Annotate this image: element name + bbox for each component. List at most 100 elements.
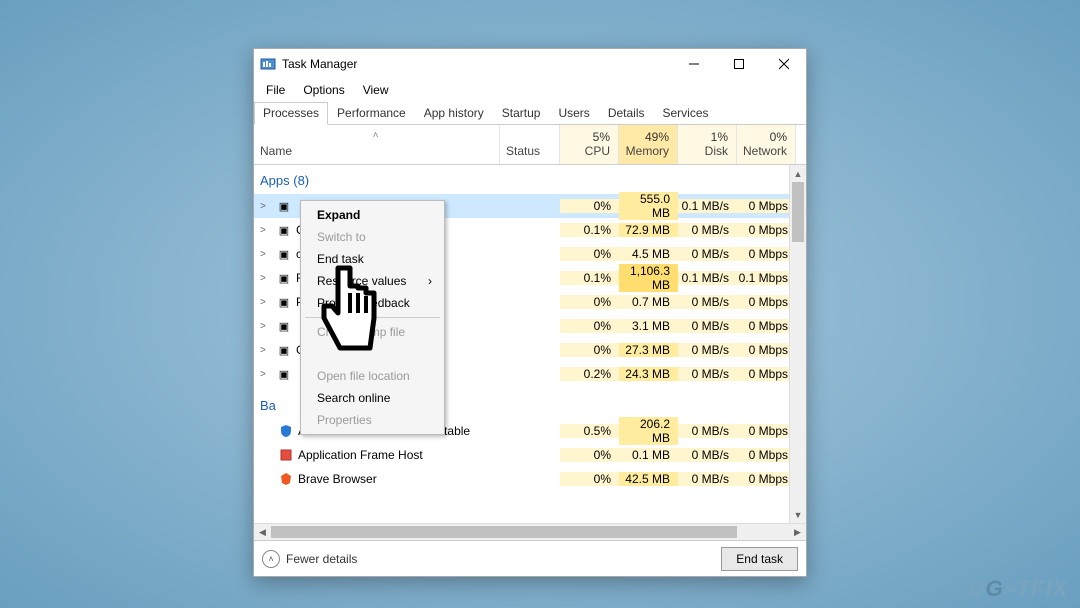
ctx-resource-values[interactable]: Resource values › xyxy=(303,270,442,292)
ctx-separator xyxy=(305,317,440,318)
ctx-properties[interactable]: Properties xyxy=(303,409,442,431)
header-disk-pct: 1% xyxy=(711,130,728,144)
header-name-label: Name xyxy=(260,144,491,158)
tab-processes[interactable]: Processes xyxy=(254,102,328,125)
cpu-value: 0% xyxy=(560,247,619,261)
app-item-icon xyxy=(278,423,294,439)
ctx-provide-feedback[interactable]: Provide feedback xyxy=(303,292,442,314)
network-value: 0 Mbps xyxy=(737,343,796,357)
cpu-value: 0.5% xyxy=(560,424,619,438)
tab-performance[interactable]: Performance xyxy=(328,102,415,125)
ctx-switch-to[interactable]: Switch to xyxy=(303,226,442,248)
menu-options[interactable]: Options xyxy=(295,81,352,99)
table-row[interactable]: Application Frame Host0%0.1 MB0 MB/s0 Mb… xyxy=(254,443,806,467)
cpu-value: 0.2% xyxy=(560,367,619,381)
disk-value: 0 MB/s xyxy=(678,319,737,333)
cpu-value: 0% xyxy=(560,295,619,309)
disk-value: 0 MB/s xyxy=(678,247,737,261)
network-value: 0 Mbps xyxy=(737,247,796,261)
app-item-icon: ▣ xyxy=(276,198,292,214)
vertical-scrollbar[interactable]: ▲ ▼ xyxy=(789,165,806,523)
app-item-icon xyxy=(278,447,294,463)
tab-app-history[interactable]: App history xyxy=(415,102,493,125)
header-status-label: Status xyxy=(506,144,551,158)
memory-value: 206.2 MB xyxy=(619,417,678,445)
app-item-icon: ▣ xyxy=(276,246,292,262)
network-value: 0 Mbps xyxy=(737,199,796,213)
group-apps[interactable]: Apps (8) xyxy=(254,165,806,194)
scroll-thumb[interactable] xyxy=(792,182,804,242)
sort-indicator-icon: ˄ xyxy=(260,130,491,144)
network-value: 0 Mbps xyxy=(737,295,796,309)
scroll-left-icon[interactable]: ◀ xyxy=(254,524,271,540)
maximize-button[interactable] xyxy=(716,49,761,79)
memory-value: 4.5 MB xyxy=(619,247,678,261)
memory-value: 72.9 MB xyxy=(619,223,678,237)
app-item-icon xyxy=(278,471,294,487)
menu-view[interactable]: View xyxy=(355,81,397,99)
window-title: Task Manager xyxy=(282,57,671,71)
memory-value: 0.1 MB xyxy=(619,448,678,462)
ctx-go-to-details[interactable]: Go to details xyxy=(303,343,442,365)
cpu-value: 0% xyxy=(560,343,619,357)
header-disk[interactable]: 1% Disk xyxy=(678,125,737,164)
tab-users[interactable]: Users xyxy=(549,102,598,125)
network-value: 0 Mbps xyxy=(737,424,796,438)
disk-value: 0 MB/s xyxy=(678,472,737,486)
app-item-icon: ▣ xyxy=(276,342,292,358)
minimize-button[interactable] xyxy=(671,49,716,79)
disk-value: 0 MB/s xyxy=(678,424,737,438)
header-name[interactable]: ˄ Name xyxy=(254,125,500,164)
memory-value: 24.3 MB xyxy=(619,367,678,381)
app-item-icon: ▣ xyxy=(276,222,292,238)
scroll-right-icon[interactable]: ▶ xyxy=(789,524,806,540)
cpu-value: 0.1% xyxy=(560,223,619,237)
memory-value: 1,106.3 MB xyxy=(619,264,678,292)
title-bar[interactable]: Task Manager xyxy=(254,49,806,79)
header-network[interactable]: 0% Network xyxy=(737,125,796,164)
scroll-down-icon[interactable]: ▼ xyxy=(790,506,806,523)
horizontal-scrollbar[interactable]: ◀ ▶ xyxy=(254,523,806,540)
header-memory[interactable]: 49% Memory xyxy=(619,125,678,164)
memory-value: 555.0 MB xyxy=(619,192,678,220)
process-name: Brave Browser xyxy=(298,472,377,486)
cpu-value: 0% xyxy=(560,319,619,333)
disk-value: 0 MB/s xyxy=(678,448,737,462)
tab-bar: Processes Performance App history Startu… xyxy=(254,101,806,125)
chevron-right-icon: > xyxy=(260,201,272,212)
footer: ˄ Fewer details End task xyxy=(254,540,806,576)
chevron-right-icon: > xyxy=(260,225,272,236)
header-mem-pct: 49% xyxy=(645,130,669,144)
hscroll-thumb[interactable] xyxy=(271,526,737,538)
chevron-right-icon: > xyxy=(260,249,272,260)
tab-services[interactable]: Services xyxy=(654,102,718,125)
end-task-button[interactable]: End task xyxy=(721,547,798,571)
ctx-create-dump[interactable]: Create dump file xyxy=(303,321,442,343)
fewer-details-button[interactable]: ˄ Fewer details xyxy=(262,550,357,568)
header-cpu[interactable]: 5% CPU xyxy=(560,125,619,164)
tab-details[interactable]: Details xyxy=(599,102,654,125)
chevron-right-icon: > xyxy=(260,345,272,356)
disk-value: 0 MB/s xyxy=(678,343,737,357)
ctx-open-file-location[interactable]: Open file location xyxy=(303,365,442,387)
menu-file[interactable]: File xyxy=(258,81,293,99)
app-item-icon: ▣ xyxy=(276,270,292,286)
header-status[interactable]: Status xyxy=(500,125,560,164)
ctx-search-online[interactable]: Search online xyxy=(303,387,442,409)
app-item-icon: ▣ xyxy=(276,294,292,310)
cpu-value: 0% xyxy=(560,448,619,462)
disk-value: 0 MB/s xyxy=(678,223,737,237)
scroll-up-icon[interactable]: ▲ xyxy=(790,165,806,182)
memory-value: 27.3 MB xyxy=(619,343,678,357)
cpu-value: 0% xyxy=(560,199,619,213)
network-value: 0 Mbps xyxy=(737,472,796,486)
tab-startup[interactable]: Startup xyxy=(493,102,550,125)
app-icon xyxy=(260,56,276,72)
ctx-expand[interactable]: Expand xyxy=(303,204,442,226)
close-button[interactable] xyxy=(761,49,806,79)
header-mem-label: Memory xyxy=(626,144,669,158)
chevron-right-icon: > xyxy=(260,369,272,380)
table-row[interactable]: Brave Browser0%42.5 MB0 MB/s0 Mbps xyxy=(254,467,806,491)
ctx-end-task[interactable]: End task xyxy=(303,248,442,270)
header-cpu-pct: 5% xyxy=(593,130,610,144)
